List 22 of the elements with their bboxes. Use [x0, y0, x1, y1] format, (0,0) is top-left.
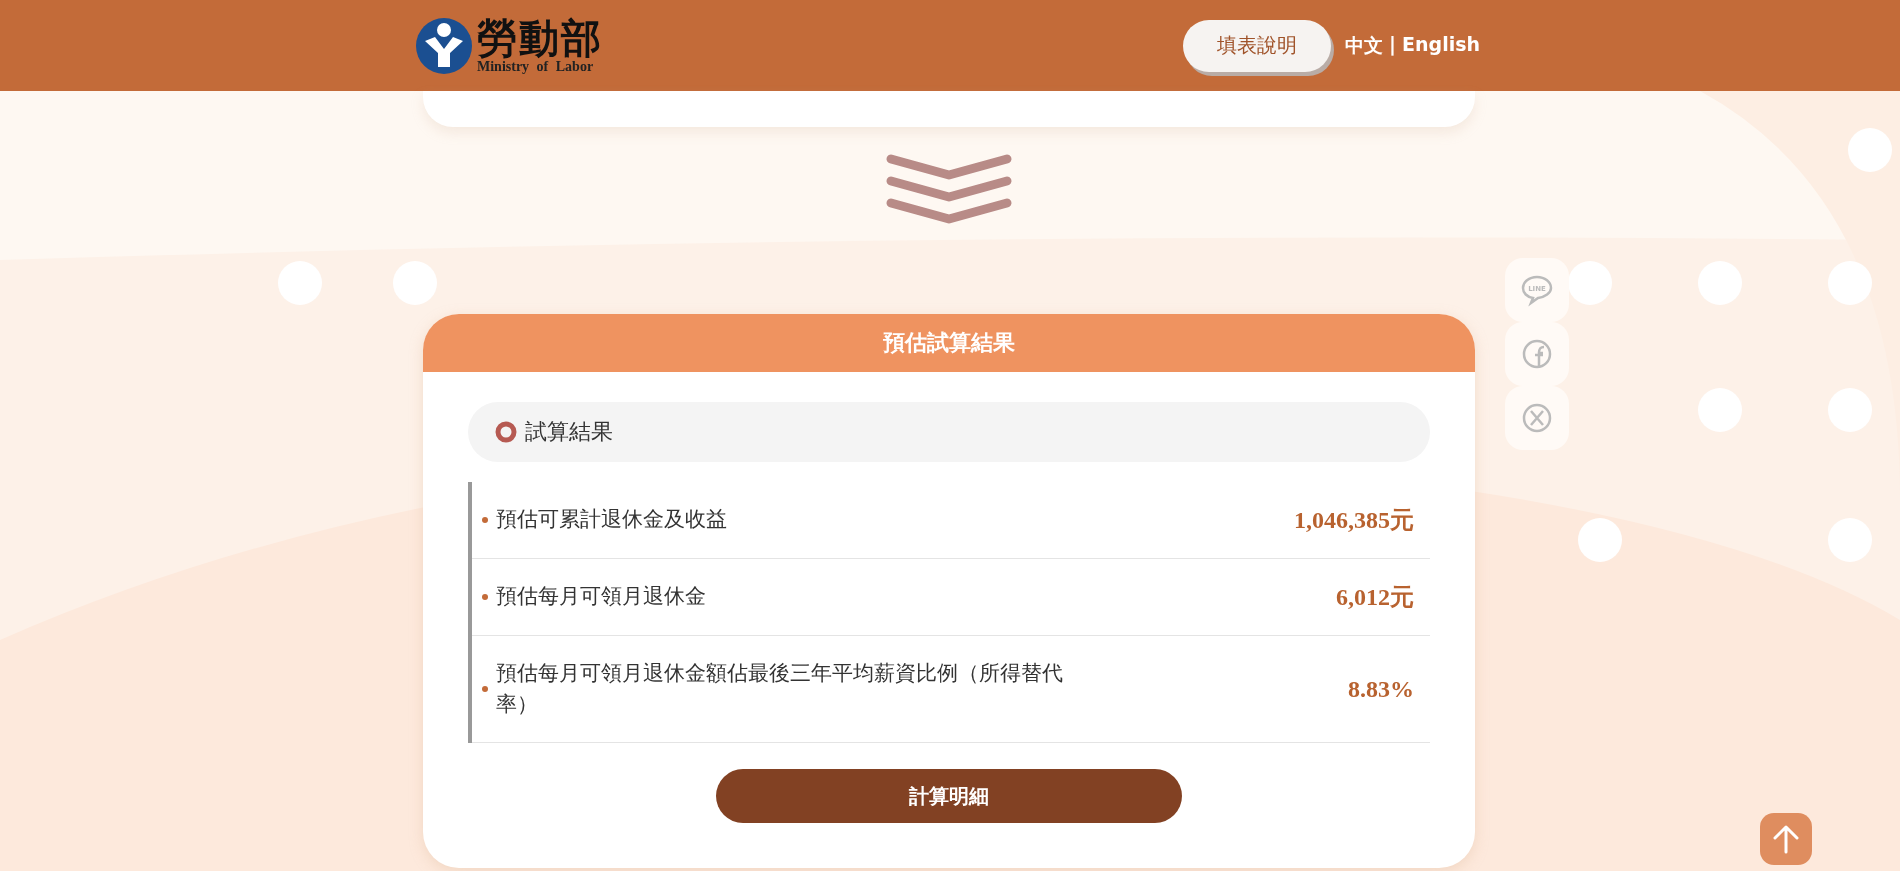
result-value: 6,012元: [1336, 583, 1414, 612]
logo-title: 勞動部: [477, 17, 603, 58]
x-share-button[interactable]: [1505, 386, 1569, 450]
language-separator: |: [1389, 32, 1397, 58]
chinese-link[interactable]: 中文: [1345, 32, 1384, 59]
result-label: 預估每月可領月退休金額佔最後三年平均薪資比例（所得替代率）: [496, 659, 1064, 718]
result-value: 1,046,385元: [1294, 506, 1414, 535]
card-title: 預估試算結果: [423, 314, 1475, 372]
result-label: 預估可累計退休金及收益: [496, 506, 728, 534]
bullet-icon: [482, 517, 488, 523]
result-label: 預估每月可領月退休金: [496, 583, 707, 611]
english-link[interactable]: English: [1402, 32, 1480, 59]
result-value: 8.83%: [1348, 675, 1414, 703]
detail-button[interactable]: 計算明細: [716, 769, 1182, 823]
bullet-icon: [482, 686, 488, 692]
logo-subtitle: Ministry of Labor: [477, 59, 595, 74]
section-title: 試算結果: [525, 418, 613, 446]
logo-icon: [415, 16, 473, 75]
back-to-top-button[interactable]: [1760, 813, 1812, 865]
arrow-up-icon: [1772, 824, 1800, 854]
bullet-icon: [482, 594, 488, 600]
ring-icon: [495, 421, 517, 443]
